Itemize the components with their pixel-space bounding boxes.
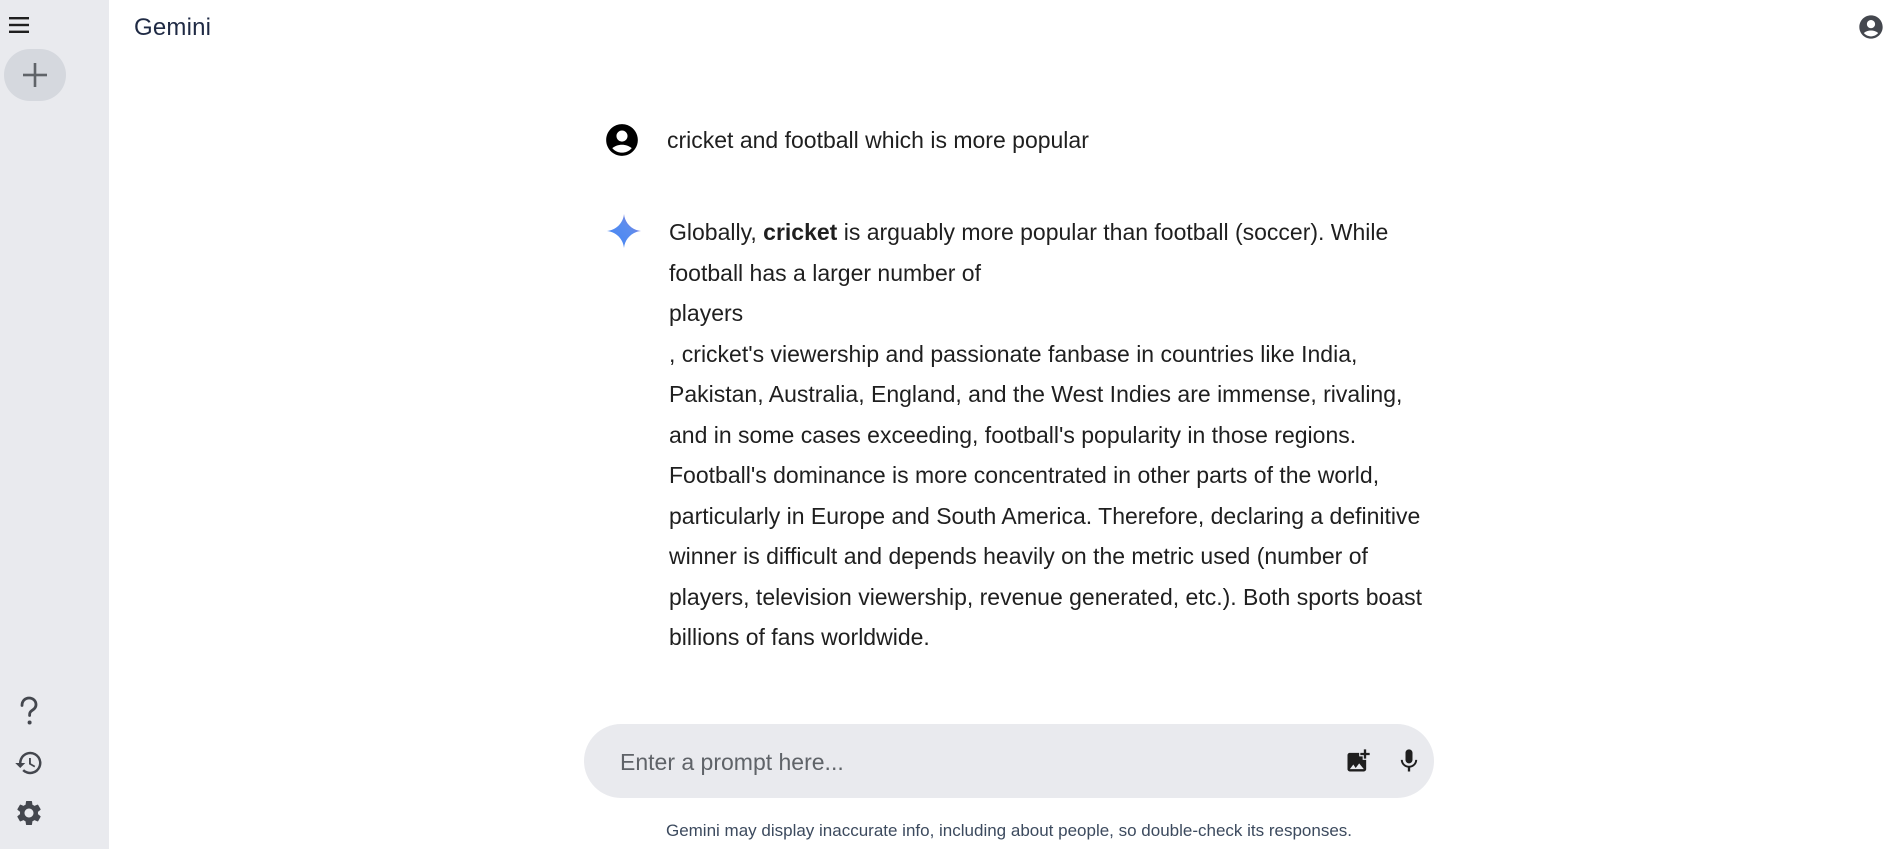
help-button[interactable]	[11, 693, 47, 729]
sidebar	[0, 0, 109, 849]
upload-image-button[interactable]	[1342, 745, 1374, 777]
prompt-input[interactable]	[618, 724, 1302, 800]
user-query-text: cricket and football which is more popul…	[667, 127, 1089, 153]
new-chat-button[interactable]	[4, 49, 66, 101]
user-avatar-icon	[606, 124, 638, 156]
prompt-box	[584, 724, 1434, 800]
account-circle-icon	[1859, 15, 1883, 39]
disclaimer-text: Gemini may display inaccurate info, incl…	[665, 821, 1353, 840]
response-body: , cricket's viewership and passionate fa…	[669, 340, 1423, 651]
app-title: Gemini	[134, 14, 212, 41]
gemini-app: Gemini cricket and football which is mor…	[0, 0, 1899, 849]
add-image-icon	[1347, 749, 1370, 772]
microphone-icon	[1400, 749, 1418, 772]
menu-icon	[9, 17, 29, 33]
account-button[interactable]	[1857, 13, 1885, 41]
microphone-button[interactable]	[1393, 745, 1425, 777]
response-intro: Globally,	[669, 219, 764, 245]
plus-icon	[23, 63, 47, 87]
activity-button[interactable]	[11, 745, 47, 781]
menu-button[interactable]	[4, 10, 34, 40]
response-emphasis: players	[669, 300, 744, 326]
history-icon	[15, 751, 42, 775]
help-icon	[20, 696, 38, 725]
gemini-spark-icon	[607, 214, 641, 248]
gemini-response: Globally, cricket is arguably more popul…	[669, 212, 1429, 658]
response-bold-term: cricket	[763, 219, 838, 245]
